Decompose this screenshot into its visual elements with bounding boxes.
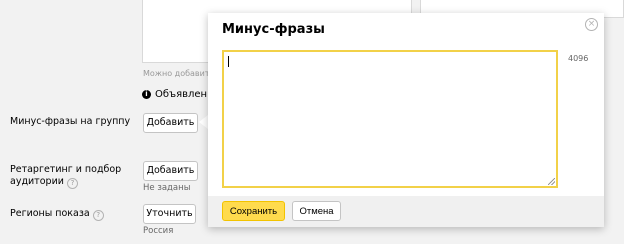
regions-label: Регионы показа? xyxy=(10,208,104,221)
help-icon[interactable]: ? xyxy=(92,210,104,221)
refine-regions-button[interactable]: Уточнить xyxy=(143,204,196,224)
retargeting-status: Не заданы xyxy=(143,183,191,193)
popup-footer: Сохранить Отмена xyxy=(208,196,604,227)
save-button[interactable]: Сохранить xyxy=(222,201,285,221)
char-limit-counter: 4096 xyxy=(568,54,589,63)
retargeting-label-line2: аудитории xyxy=(10,176,64,187)
popup-pointer xyxy=(199,115,208,129)
retargeting-label: Ретаргетинг и подбор аудитории? xyxy=(10,164,121,189)
regions-status: Россия xyxy=(143,226,174,236)
help-icon[interactable]: ? xyxy=(66,178,78,189)
add-retargeting-button[interactable]: Добавить xyxy=(143,161,198,181)
cancel-button[interactable]: Отмена xyxy=(292,201,341,221)
negative-phrases-label: Минус-фразы на группу xyxy=(10,116,131,127)
text-caret xyxy=(228,56,229,67)
regions-label-text: Регионы показа xyxy=(10,208,90,219)
retargeting-label-line1: Ретаргетинг и подбор xyxy=(10,164,122,175)
resize-handle-icon[interactable] xyxy=(548,178,555,185)
negative-phrases-input[interactable] xyxy=(222,50,558,188)
close-icon[interactable]: × xyxy=(585,18,598,31)
info-icon: i xyxy=(142,90,151,99)
negative-phrases-popup: Минус-фразы × 4096 Сохранить Отмена xyxy=(208,13,604,227)
add-negative-phrases-button[interactable]: Добавить xyxy=(143,113,198,133)
popup-title: Минус-фразы xyxy=(222,22,325,37)
